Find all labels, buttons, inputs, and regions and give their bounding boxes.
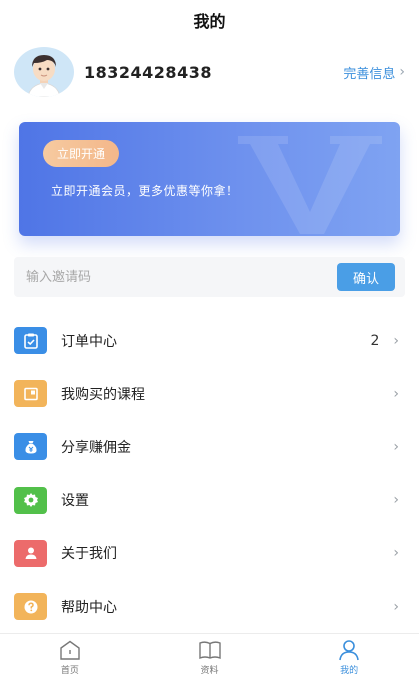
gear-icon <box>14 486 47 514</box>
vip-promo-text: 立即开通会员，更多优惠等你拿！ <box>51 184 239 198</box>
tab-mine[interactable]: 我的 <box>279 634 419 680</box>
menu-item-orders[interactable]: 订单中心 2 › <box>14 314 405 367</box>
help-icon <box>14 593 47 621</box>
tab-label: 资料 <box>200 665 219 676</box>
menu-item-settings[interactable]: 设置 › <box>14 474 405 527</box>
profile-section: 18324428438 完善信息 › <box>14 46 405 98</box>
invite-code-input[interactable] <box>14 257 337 297</box>
menu-item-label: 帮助中心 <box>61 599 117 616</box>
chevron-right-icon: › <box>399 64 405 80</box>
user-icon <box>14 539 47 567</box>
person-icon <box>339 639 359 660</box>
invite-code-bar: 确认 <box>14 257 405 297</box>
chevron-right-icon: › <box>393 492 399 509</box>
menu-item-label: 订单中心 <box>61 333 117 350</box>
menu-item-my-courses[interactable]: 我购买的课程 › <box>14 367 405 420</box>
chevron-right-icon: › <box>393 598 399 615</box>
tab-materials[interactable]: 资料 <box>140 634 280 680</box>
menu-item-help-center[interactable]: 帮助中心 › <box>14 580 405 633</box>
username: 18324428438 <box>84 62 212 82</box>
bottom-tab-bar: 首页 资料 我的 <box>0 633 419 680</box>
vip-open-button[interactable]: 立即开通 <box>43 140 120 167</box>
complete-info-label: 完善信息 <box>343 66 396 82</box>
chevron-right-icon: › <box>393 332 399 349</box>
course-icon <box>14 380 47 408</box>
v-watermark-icon <box>238 136 382 234</box>
tab-home[interactable]: 首页 <box>0 634 140 680</box>
tab-label: 首页 <box>60 665 79 676</box>
header: 我的 <box>0 0 419 40</box>
money-bag-icon <box>14 433 47 461</box>
menu-item-label: 关于我们 <box>61 546 117 563</box>
avatar-cartoon-boy-icon <box>14 47 74 97</box>
clipboard-check-icon <box>14 327 47 355</box>
complete-info-link[interactable]: 完善信息 › <box>343 63 405 82</box>
menu-item-about-us[interactable]: 关于我们 › <box>14 527 405 580</box>
chevron-right-icon: › <box>393 385 399 402</box>
tab-label: 我的 <box>340 665 359 676</box>
menu-item-label: 我购买的课程 <box>61 386 145 403</box>
home-icon <box>60 640 80 660</box>
vip-card: 立即开通 立即开通会员，更多优惠等你拿！ <box>19 122 400 236</box>
menu-list: 订单中心 2 › 我购买的课程 › 分享赚佣金 › 设置 › 关于我们 › 帮助… <box>14 314 405 633</box>
page-title: 我的 <box>193 12 226 31</box>
chevron-right-icon: › <box>393 438 399 455</box>
avatar[interactable] <box>14 47 74 97</box>
order-count-badge: 2 <box>370 332 380 349</box>
menu-item-label: 分享赚佣金 <box>61 439 131 456</box>
confirm-button[interactable]: 确认 <box>337 263 395 291</box>
menu-item-label: 设置 <box>61 493 89 510</box>
book-icon <box>198 640 221 659</box>
menu-item-share-commission[interactable]: 分享赚佣金 › <box>14 420 405 473</box>
chevron-right-icon: › <box>393 545 399 562</box>
